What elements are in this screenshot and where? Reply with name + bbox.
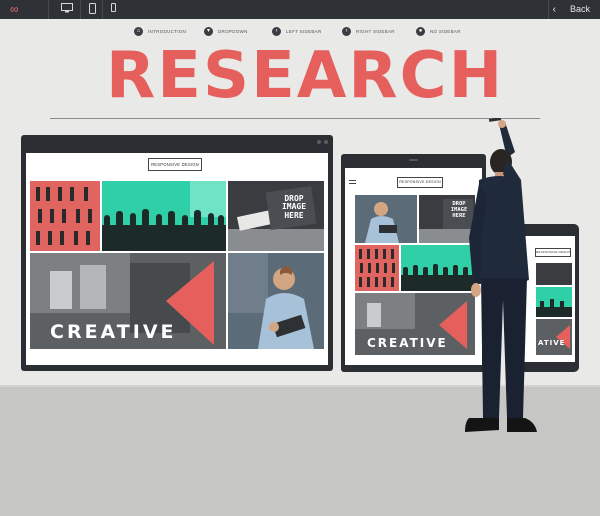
nav-item-dropdown[interactable]: ▾ DROPDOWN: [204, 25, 248, 37]
responsive-design-button[interactable]: RESPONSIVE DESIGN: [397, 177, 443, 188]
preview-toolbar: ∞ ‹ Back: [0, 0, 600, 19]
drop-image-text: DROP IMAGE HERE: [281, 194, 307, 220]
back-button[interactable]: ‹ Back: [553, 3, 590, 16]
toolbar-divider: [102, 0, 103, 19]
reading-man-image: [355, 195, 417, 243]
crowd-silhouette-image: [102, 181, 226, 251]
nav-item-left-sidebar[interactable]: ‹ LEFT SIDEBAR: [272, 25, 322, 37]
arrow-right-icon: ›: [342, 26, 351, 36]
page-title: RESEARCH: [106, 39, 505, 113]
creative-label: CREATIVE: [50, 321, 177, 343]
window-dot: [317, 140, 321, 144]
toolbar-divider: [548, 0, 549, 19]
toolbar-divider: [48, 0, 49, 19]
infinity-icon[interactable]: ∞: [10, 3, 19, 16]
nav-label: RIGHT SIDEBAR: [356, 28, 395, 34]
chevron-left-icon: ‹: [552, 4, 556, 15]
creative-banner-image: CREATIVE: [30, 253, 226, 349]
tablet-camera: [409, 159, 418, 161]
desktop-icon[interactable]: [61, 3, 73, 17]
nav-label: DROPDOWN: [218, 28, 248, 34]
arrow-left-icon: ‹: [272, 26, 281, 36]
nav-item-right-sidebar[interactable]: › RIGHT SIDEBAR: [342, 25, 395, 37]
businessman-figure: [455, 117, 550, 448]
window-dot: [324, 140, 328, 144]
desktop-mockup: RESPONSIVE DESIGN DROP IMAGE HERE CREATI…: [21, 135, 333, 371]
back-label: Back: [569, 4, 590, 14]
nav-label: INTRODUCTION: [148, 28, 187, 34]
site-nav: ⌂ INTRODUCTION ▾ DROPDOWN ‹ LEFT SIDEBAR…: [0, 25, 600, 39]
nav-item-introduction[interactable]: ⌂ INTRODUCTION: [134, 25, 186, 37]
hamburger-menu-icon[interactable]: [349, 180, 356, 184]
reading-man-image: [228, 253, 324, 349]
creative-label: CREATIVE: [367, 336, 448, 350]
nav-item-no-sidebar[interactable]: ● NO SIDEBAR: [416, 25, 461, 37]
responsive-design-button[interactable]: RESPONSIVE DESIGN: [148, 158, 202, 171]
dropdown-icon: ▾: [204, 26, 213, 36]
toolbar-divider: [80, 0, 81, 19]
phone-icon[interactable]: [111, 3, 116, 16]
tablet-icon[interactable]: [89, 3, 96, 18]
nav-label: LEFT SIDEBAR: [286, 28, 322, 34]
person-icon: ●: [416, 26, 425, 36]
people-grid-image: [355, 245, 399, 291]
drop-image-placeholder[interactable]: DROP IMAGE HERE: [228, 181, 324, 251]
desktop-screen: RESPONSIVE DESIGN DROP IMAGE HERE CREATI…: [26, 153, 328, 365]
nav-label: NO SIDEBAR: [430, 28, 461, 34]
home-icon: ⌂: [134, 26, 143, 36]
people-grid-image: [30, 181, 100, 251]
